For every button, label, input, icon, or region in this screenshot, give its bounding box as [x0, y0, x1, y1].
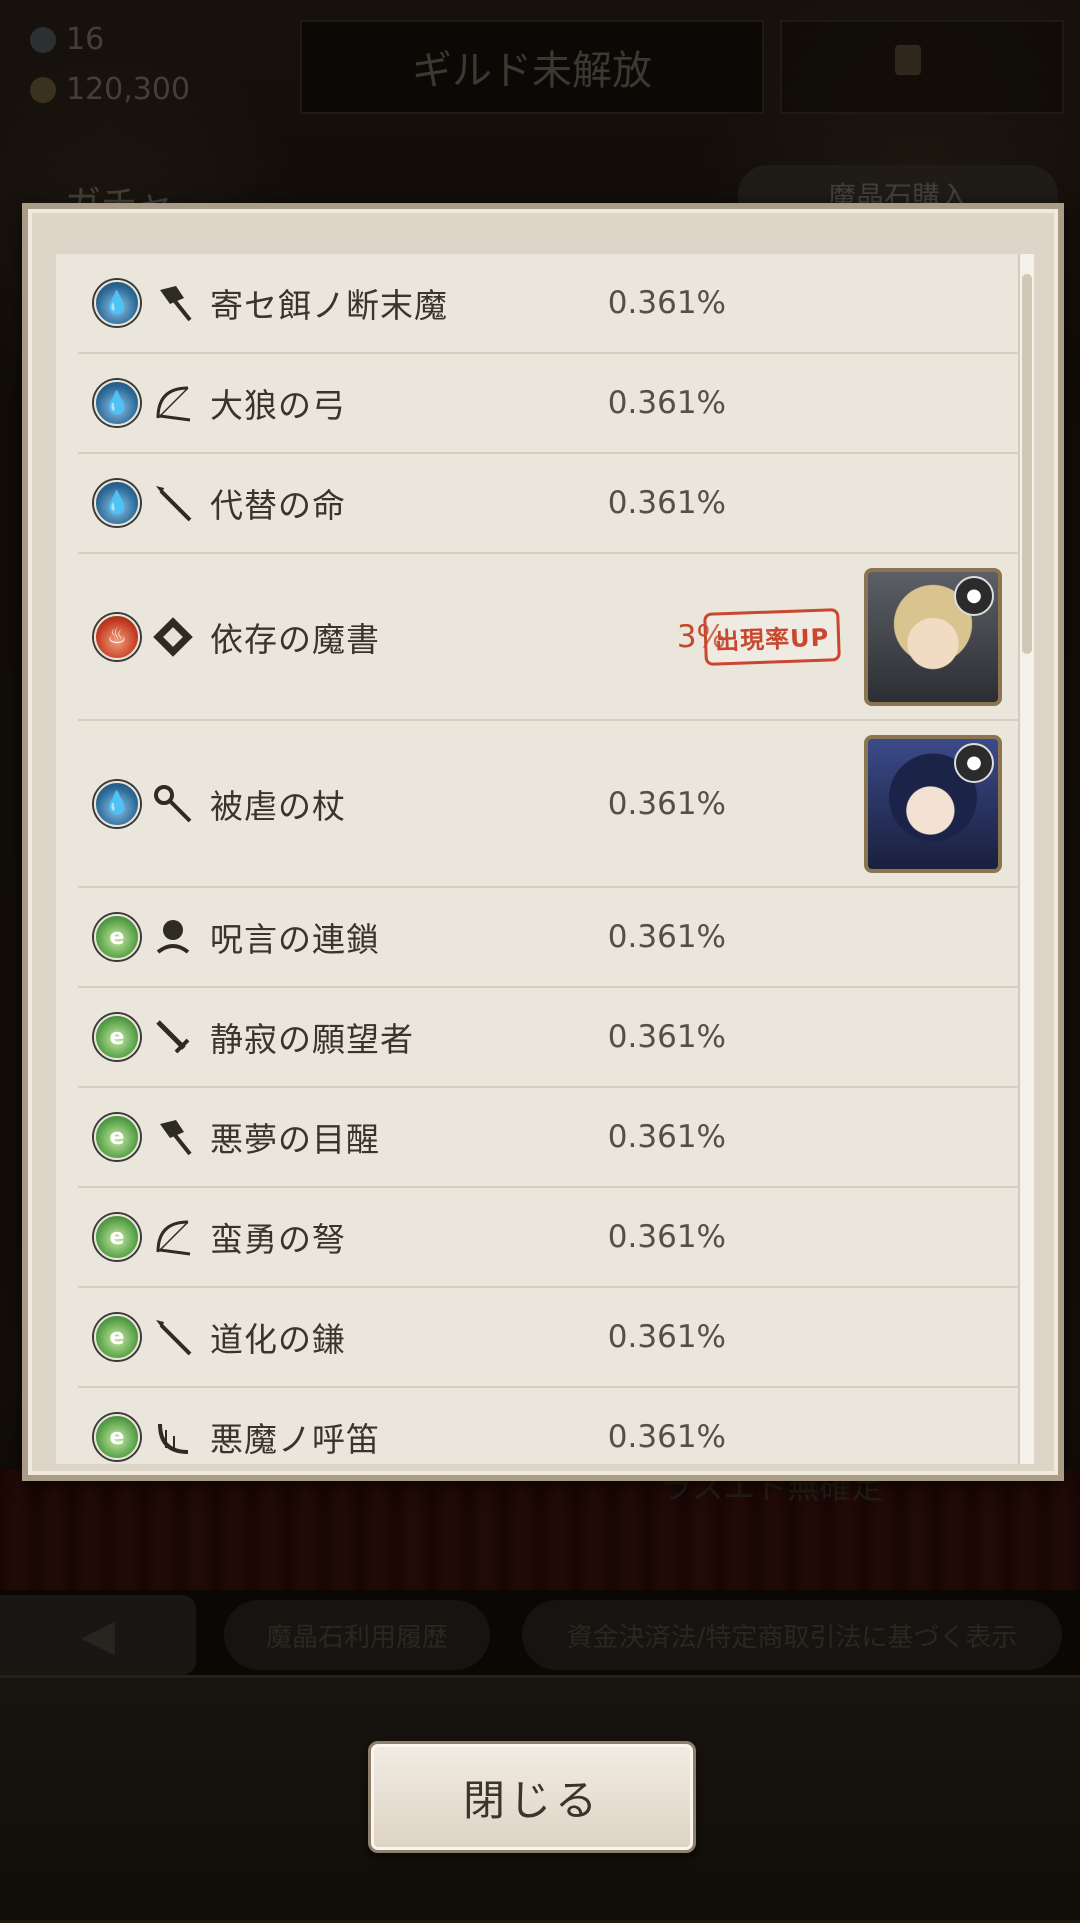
- character-portrait[interactable]: ●: [864, 567, 1002, 706]
- character-portrait[interactable]: ●: [864, 734, 1002, 873]
- wind-attribute-icon: e: [94, 1014, 140, 1060]
- drop-rate-modal: 💧 寄セ餌ノ断末魔 0.361% 💧 大狼の弓 0.361% 💧 代替の命 0.361% ♨ 依存の…: [22, 203, 1064, 1481]
- bow-weapon-icon: [150, 380, 196, 426]
- wind-attribute-icon: e: [94, 1214, 140, 1260]
- item-name: 寄セ餌ノ断末魔: [210, 286, 448, 325]
- rate-list: 💧 寄セ餌ノ断末魔 0.361% 💧 大狼の弓 0.361% 💧 代替の命 0.361% ♨ 依存の…: [78, 254, 1020, 1464]
- weapon-type-icon: ●: [954, 742, 994, 783]
- item-name: 道化の鎌: [210, 1320, 346, 1359]
- drop-rate: 0.361%: [607, 1419, 726, 1455]
- sword-weapon-icon: [150, 1014, 196, 1060]
- drop-rate: 0.361%: [607, 919, 726, 955]
- item-name: 依存の魔書: [210, 619, 380, 659]
- water-attribute-icon: 💧: [94, 280, 140, 326]
- rate-row[interactable]: e 道化の鎌 0.361%: [78, 1288, 1020, 1388]
- water-attribute-icon: 💧: [94, 480, 140, 526]
- harp-weapon-icon: [150, 1414, 196, 1460]
- spear-weapon-icon: [150, 480, 196, 526]
- water-attribute-icon: 💧: [94, 380, 140, 426]
- staff-weapon-icon: [150, 781, 196, 827]
- item-name: 呪言の連鎖: [210, 920, 380, 959]
- wind-attribute-icon: e: [94, 914, 140, 960]
- rate-up-badge: 出現率UP: [703, 607, 841, 666]
- drop-rate: 0.361%: [607, 285, 726, 321]
- spear-weapon-icon: [150, 1314, 196, 1360]
- rate-row[interactable]: e 悪魔ノ呼笛 0.361%: [78, 1388, 1020, 1464]
- drop-rate: 0.361%: [607, 385, 726, 421]
- rate-list-scroll[interactable]: 💧 寄セ餌ノ断末魔 0.361% 💧 大狼の弓 0.361% 💧 代替の命 0.361% ♨ 依存の…: [56, 254, 1034, 1464]
- item-name: 蛮勇の弩: [210, 1220, 346, 1259]
- wind-attribute-icon: e: [94, 1414, 140, 1460]
- bow-weapon-icon: [150, 1214, 196, 1260]
- wind-attribute-icon: e: [94, 1114, 140, 1160]
- item-name: 悪魔ノ呼笛: [210, 1420, 380, 1459]
- rate-row[interactable]: e 呪言の連鎖 0.361%: [78, 888, 1020, 988]
- drop-rate: 3%: [676, 618, 726, 655]
- drop-rate: 0.361%: [607, 485, 726, 521]
- drop-rate: 0.361%: [607, 785, 726, 822]
- water-attribute-icon: 💧: [94, 780, 140, 827]
- scrollbar-thumb[interactable]: [1022, 274, 1032, 654]
- item-name: 被虐の杖: [210, 786, 346, 826]
- rate-row[interactable]: ♨ 依存の魔書 3% 出現率UP ●: [78, 554, 1020, 721]
- item-name: 静寂の願望者: [210, 1020, 414, 1059]
- item-name: 代替の命: [210, 486, 346, 525]
- scrollbar[interactable]: [1018, 254, 1034, 1464]
- item-name: 悪夢の目醒: [210, 1120, 380, 1159]
- rate-row[interactable]: e 蛮勇の弩 0.361%: [78, 1188, 1020, 1288]
- drop-rate: 0.361%: [607, 1219, 726, 1255]
- hammer-weapon-icon: [150, 1114, 196, 1160]
- rate-row[interactable]: 💧 被虐の杖 0.361% ●: [78, 721, 1020, 888]
- item-name: 大狼の弓: [210, 386, 346, 425]
- fire-attribute-icon: ♨: [94, 613, 140, 660]
- drop-rate: 0.361%: [607, 1319, 726, 1355]
- drop-rate: 0.361%: [607, 1119, 726, 1155]
- rate-row[interactable]: e 静寂の願望者 0.361%: [78, 988, 1020, 1088]
- hammer-weapon-icon: [150, 280, 196, 326]
- rate-row[interactable]: 💧 寄セ餌ノ断末魔 0.361%: [78, 254, 1020, 354]
- tome-weapon-icon: [150, 614, 196, 660]
- wind-attribute-icon: e: [94, 1314, 140, 1360]
- close-button[interactable]: 閉じる: [368, 1741, 696, 1853]
- rate-row[interactable]: 💧 代替の命 0.361%: [78, 454, 1020, 554]
- rate-row[interactable]: 💧 大狼の弓 0.361%: [78, 354, 1020, 454]
- weapon-type-icon: ●: [954, 575, 994, 616]
- orb-weapon-icon: [150, 914, 196, 960]
- drop-rate: 0.361%: [607, 1019, 726, 1055]
- rate-row[interactable]: e 悪夢の目醒 0.361%: [78, 1088, 1020, 1188]
